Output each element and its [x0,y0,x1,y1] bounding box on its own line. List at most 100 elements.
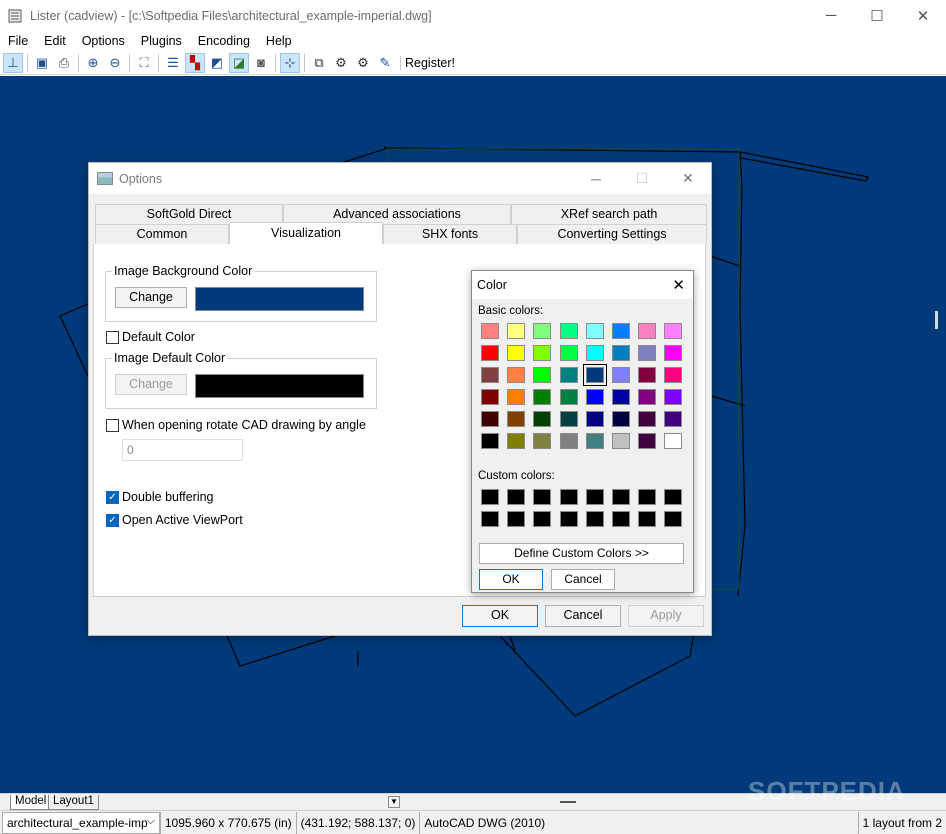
options-cancel-button[interactable]: Cancel [545,605,621,627]
custom-color-swatch[interactable] [559,489,578,505]
custom-color-swatch[interactable] [611,489,630,505]
close-button[interactable]: ✕ [900,0,946,31]
checkbox-box[interactable] [106,330,119,344]
custom-color-swatch[interactable] [481,489,499,505]
menu-options[interactable]: Options [74,34,133,48]
double-buffering-checkbox[interactable]: ✓ Double buffering [106,490,214,504]
basic-color-swatch[interactable] [481,367,499,383]
custom-color-swatch[interactable] [638,511,657,527]
chevron-down-icon[interactable]: ▼ [388,796,400,808]
custom-color-swatch[interactable] [585,511,604,527]
basic-color-swatch[interactable] [611,411,630,427]
print-icon[interactable]: ⎙ [54,53,74,73]
default-color-checkbox[interactable]: Default Color [106,330,195,344]
minimize-button[interactable]: ─ [573,163,619,194]
black-white-icon[interactable]: ◩ [207,53,227,73]
custom-color-swatch[interactable] [638,489,657,505]
color-mode-icon[interactable]: ▚ [185,52,205,73]
settings-alt-icon[interactable]: ⚙ [353,53,373,73]
custom-color-swatch[interactable] [507,489,526,505]
basic-color-swatch[interactable] [638,367,657,383]
custom-color-swatch[interactable] [533,511,552,527]
custom-color-swatch[interactable] [611,511,630,527]
custom-color-swatch[interactable] [664,489,683,505]
zoom-in-icon[interactable]: ⊕ [83,53,103,73]
basic-color-swatch[interactable] [611,389,630,405]
tab-advanced-associations[interactable]: Advanced associations [283,204,511,224]
split-view-icon[interactable]: ⊹ [280,52,300,73]
basic-color-swatch[interactable] [664,323,683,339]
menu-help[interactable]: Help [258,34,300,48]
fit-to-window-icon[interactable]: ⛶ [134,53,154,73]
check-icon[interactable]: ✓ [106,490,119,504]
basic-color-swatch[interactable] [559,345,578,361]
basic-color-swatch[interactable] [638,323,657,339]
settings-icon[interactable]: ⚙ [331,53,351,73]
basic-color-swatch[interactable] [611,367,630,383]
wrench-icon[interactable]: ✎ [375,53,395,73]
basic-color-swatch[interactable] [533,367,552,383]
tab-converting-settings[interactable]: Converting Settings [517,224,707,244]
basic-color-swatch[interactable] [585,323,604,339]
check-icon[interactable]: ✓ [106,513,119,527]
background-icon[interactable]: ◪ [229,52,249,73]
layers-icon[interactable]: ☰ [163,53,183,73]
custom-color-swatch[interactable] [481,511,499,527]
open-viewport-checkbox[interactable]: ✓ Open Active ViewPort [106,513,243,527]
menu-file[interactable]: File [0,34,36,48]
basic-color-swatch[interactable] [585,411,604,427]
grayscale-icon[interactable]: ◙ [251,53,271,73]
options-apply-button[interactable]: Apply [628,605,704,627]
basic-color-swatch[interactable] [533,411,552,427]
basic-color-swatch[interactable] [481,323,499,339]
maximize-button[interactable]: ☐ [854,0,900,31]
basic-color-swatch[interactable] [481,433,499,449]
menu-edit[interactable]: Edit [36,34,74,48]
zoom-out-icon[interactable]: ⊖ [105,53,125,73]
pin-icon[interactable]: ⊥ [3,52,23,73]
define-custom-colors-button[interactable]: Define Custom Colors >> [479,543,684,564]
color-ok-button[interactable]: OK [479,569,543,590]
color-cancel-button[interactable]: Cancel [551,569,615,590]
basic-color-swatch[interactable] [533,433,552,449]
basic-color-swatch[interactable] [664,345,683,361]
splitter-handle[interactable] [560,801,576,803]
basic-color-swatch[interactable] [533,389,552,405]
basic-color-swatch[interactable] [559,411,578,427]
basic-color-swatch[interactable] [638,345,657,361]
basic-color-swatch[interactable] [507,345,526,361]
basic-color-swatch[interactable] [559,433,578,449]
basic-color-swatch[interactable] [664,433,683,449]
change-default-button[interactable]: Change [115,374,187,395]
copy-icon[interactable]: ⧉ [309,53,329,73]
basic-color-swatch[interactable] [611,433,630,449]
basic-color-swatch[interactable] [582,364,607,386]
basic-color-swatch[interactable] [507,411,526,427]
close-button[interactable]: ✕ [665,163,711,194]
rotate-checkbox[interactable]: When opening rotate CAD drawing by angle [106,418,366,432]
basic-color-swatch[interactable] [638,411,657,427]
basic-color-swatch[interactable] [481,345,499,361]
basic-color-swatch[interactable] [533,323,552,339]
tab-common[interactable]: Common [95,224,229,244]
basic-color-swatch[interactable] [638,433,657,449]
options-ok-button[interactable]: OK [462,605,538,627]
basic-color-swatch[interactable] [559,323,578,339]
rotate-angle-input[interactable]: 0 [122,439,243,461]
tab-xref-search-path[interactable]: XRef search path [511,204,707,224]
basic-color-swatch[interactable] [664,411,683,427]
tab-model[interactable]: Model [10,795,52,810]
basic-color-swatch[interactable] [585,433,604,449]
basic-color-swatch[interactable] [611,345,630,361]
menu-encoding[interactable]: Encoding [190,34,258,48]
basic-color-swatch[interactable] [559,389,578,405]
vertical-scroll-thumb[interactable] [935,311,938,329]
change-background-button[interactable]: Change [115,287,187,308]
minimize-button[interactable]: ─ [808,0,854,31]
basic-color-swatch[interactable] [533,345,552,361]
custom-color-swatch[interactable] [507,511,526,527]
basic-color-swatch[interactable] [664,367,683,383]
basic-color-swatch[interactable] [611,323,630,339]
custom-color-swatch[interactable] [585,489,604,505]
basic-color-swatch[interactable] [585,389,604,405]
